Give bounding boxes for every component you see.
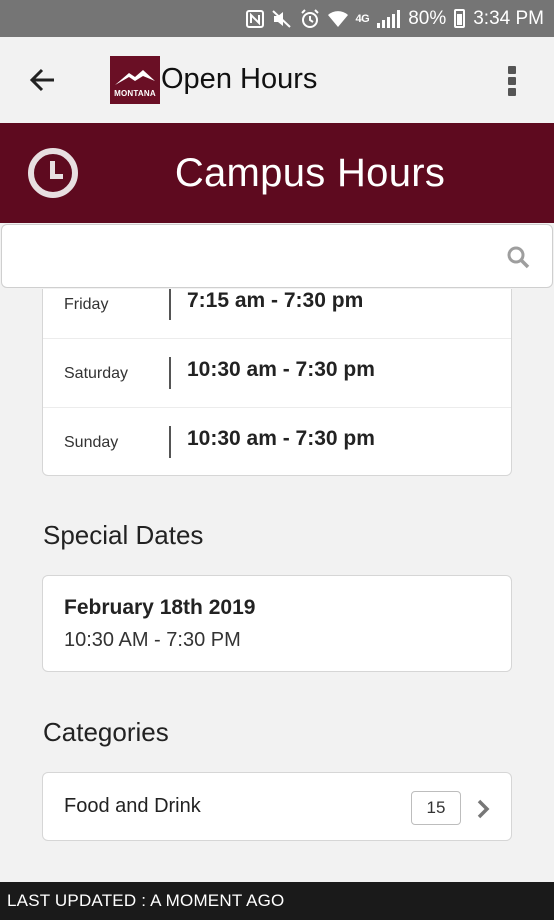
hours-row: Friday 7:15 am - 7:30 pm	[43, 289, 511, 339]
day-label: Sunday	[64, 434, 119, 451]
divider	[169, 426, 171, 458]
hero-title: Campus Hours	[174, 151, 446, 195]
wifi-icon	[327, 9, 348, 29]
special-date: February 18th 2019	[64, 596, 256, 619]
category-item-food-and-drink[interactable]: Food and Drink 15	[42, 772, 512, 841]
category-count-badge: 15	[411, 791, 461, 825]
overflow-menu-button[interactable]	[500, 63, 524, 99]
categories-heading: Categories	[43, 717, 169, 747]
hours-time: 10:30 am - 7:30 pm	[187, 427, 375, 450]
search-icon[interactable]	[506, 245, 530, 269]
alarm-icon	[300, 8, 320, 29]
chevron-right-icon	[477, 799, 490, 819]
hours-card: Friday 7:15 am - 7:30 pm Saturday 10:30 …	[42, 289, 512, 476]
logo-text: MONTANA	[114, 89, 156, 98]
nfc-icon	[245, 9, 264, 29]
divider	[169, 357, 171, 389]
hours-time: 10:30 am - 7:30 pm	[187, 358, 375, 381]
more-vert-icon	[508, 66, 516, 74]
hours-time: 7:15 am - 7:30 pm	[187, 289, 364, 312]
mute-icon	[271, 9, 292, 29]
day-label: Saturday	[64, 365, 129, 382]
battery-percent: 80%	[408, 7, 447, 29]
hero-banner: Campus Hours	[0, 123, 554, 223]
status-time: 3:34 PM	[473, 7, 544, 29]
category-label: Food and Drink	[64, 795, 201, 817]
back-button[interactable]	[22, 59, 64, 101]
content-scroll[interactable]: Friday 7:15 am - 7:30 pm Saturday 10:30 …	[0, 289, 554, 882]
search-input[interactable]	[18, 235, 488, 277]
hours-row: Sunday 10:30 am - 7:30 pm	[43, 408, 511, 475]
app-title: Open Hours	[161, 63, 318, 95]
status-bar: 4G 80% 3:34 PM	[0, 0, 554, 37]
signal-icon	[377, 9, 401, 28]
divider	[169, 289, 171, 320]
last-updated-footer: LAST UPDATED : A MOMENT AGO	[0, 882, 554, 920]
network-type: 4G	[355, 12, 370, 25]
arrow-left-icon	[29, 68, 54, 92]
app-bar: MONTANA Open Hours	[0, 37, 554, 123]
montana-logo: MONTANA	[110, 56, 160, 104]
special-date-card: February 18th 2019 10:30 AM - 7:30 PM	[42, 575, 512, 672]
mountain-icon	[115, 70, 155, 85]
day-label: Friday	[64, 296, 109, 313]
special-date-hours: 10:30 AM - 7:30 PM	[64, 629, 241, 651]
special-dates-heading: Special Dates	[43, 520, 204, 550]
search-bar	[1, 224, 553, 288]
hours-row: Saturday 10:30 am - 7:30 pm	[43, 339, 511, 408]
battery-icon	[454, 9, 466, 28]
